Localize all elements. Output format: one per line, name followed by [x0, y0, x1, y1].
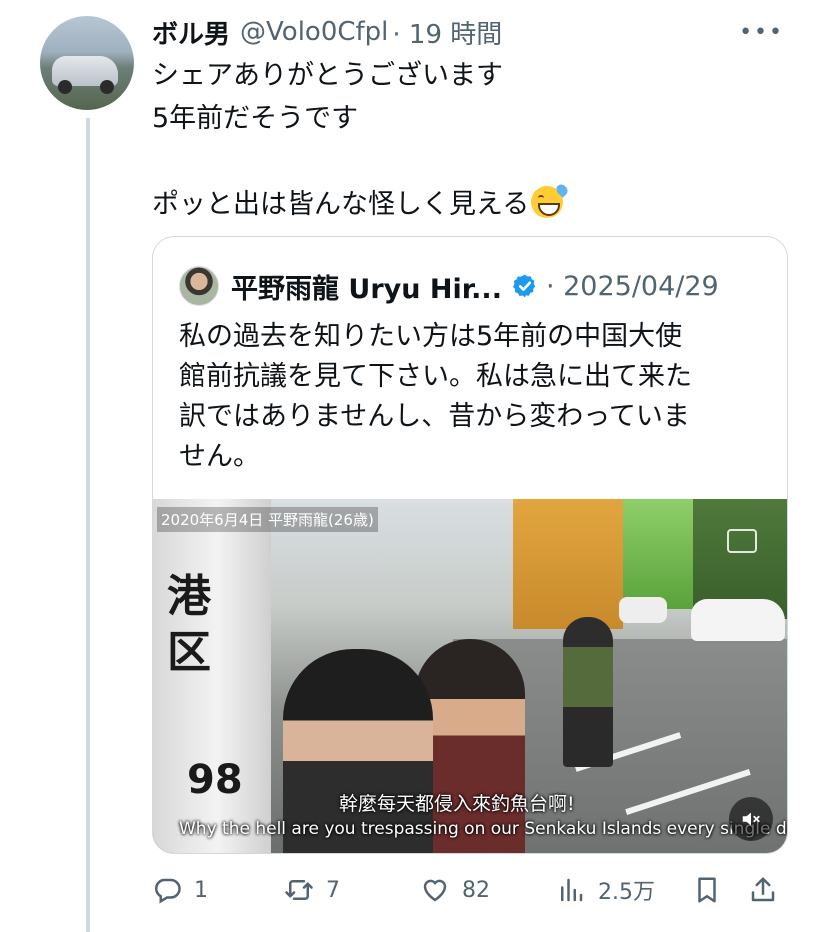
author-name[interactable]: ボル男	[152, 14, 230, 51]
video-subtitle-chinese: 幹麼每天都侵入來釣魚台啊!	[339, 793, 575, 815]
quoted-tweet-header: 平野雨龍 Uryu Hir... · 2025/04/29	[179, 266, 719, 306]
quoted-tweet-text: 私の過去を知りたい方は5年前の中国大使 館前抗議を見て下さい。私は急に出て来た …	[179, 317, 692, 477]
tweet-header: ボル男 @Volo0Cfpl · 19 時間	[152, 14, 502, 50]
repost-icon	[285, 880, 313, 900]
mute-icon[interactable]	[729, 797, 773, 841]
quoted-line: せん。	[179, 441, 260, 472]
pole-number: 98	[187, 757, 243, 803]
bookmark-button[interactable]	[692, 872, 722, 908]
author-handle[interactable]: @Volo0Cfpl	[240, 17, 388, 47]
tweet-line: ポッと出は皆んな怪しく見える	[152, 189, 530, 220]
video-subtitle-english: Why the hell are you trespassing on our …	[179, 819, 787, 839]
tweet-line	[152, 140, 563, 183]
share-button[interactable]	[748, 872, 778, 908]
tweet-time[interactable]: · 19 時間	[392, 14, 502, 51]
sweat-smile-emoji-icon	[531, 182, 570, 218]
more-options-icon[interactable]: •••	[739, 20, 784, 45]
tweet-line: 5年前だそうです	[152, 103, 359, 134]
heart-icon	[423, 879, 447, 902]
reply-button[interactable]: 1	[152, 872, 208, 908]
video-player[interactable]: 港 区 98 2020年6月4日 平野雨龍(26歳) 幹麼每天都侵入來釣魚台啊!…	[153, 499, 787, 853]
quoted-line: 館前抗議を見て下さい。私は急に出て来た	[179, 361, 692, 392]
bookmark-icon	[698, 877, 716, 903]
share-icon	[751, 877, 775, 902]
verified-badge-icon	[512, 274, 536, 298]
quoted-tweet-date[interactable]: · 2025/04/29	[546, 271, 719, 302]
like-button[interactable]: 82	[420, 872, 490, 908]
thread-line	[86, 118, 90, 932]
quoted-author-name[interactable]: 平野雨龍 Uryu Hir...	[231, 267, 502, 306]
quoted-tweet-card[interactable]: 平野雨龍 Uryu Hir... · 2025/04/29 私の過去を知りたい方…	[152, 236, 788, 854]
tweet-actions: 1 7 82 2.5万	[152, 868, 792, 912]
reply-icon	[154, 878, 181, 904]
repost-button[interactable]: 7	[284, 872, 340, 908]
like-count: 82	[462, 877, 490, 903]
tweet-text: シェアありがとうございます 5年前だそうです ポッと出は皆んな怪しく見える	[152, 54, 570, 226]
captions-icon[interactable]	[727, 529, 757, 553]
views-button[interactable]: 2.5万	[556, 872, 655, 908]
quoted-line: 私の過去を知りたい方は5年前の中国大使	[179, 321, 683, 352]
views-chart-icon	[561, 878, 583, 902]
tweet-line: シェアありがとうございます	[152, 60, 503, 91]
video-white-car	[691, 599, 785, 641]
quoted-author-avatar[interactable]	[179, 266, 219, 306]
repost-count: 7	[326, 877, 340, 903]
quoted-line: 訳ではありませんし、昔から変わっていま	[179, 401, 690, 432]
author-avatar[interactable]	[40, 16, 134, 110]
pole-sign: 港 区	[167, 571, 211, 678]
view-count: 2.5万	[598, 880, 655, 905]
video-caption-top: 2020年6月4日 平野雨龍(26歳)	[157, 507, 378, 532]
video-cyclist	[563, 617, 613, 767]
reply-count: 1	[194, 877, 208, 903]
